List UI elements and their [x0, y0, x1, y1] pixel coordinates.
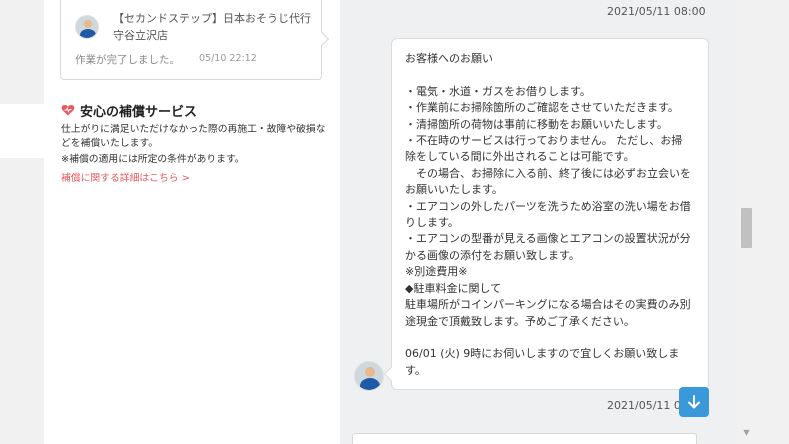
avatar-head	[365, 367, 375, 377]
scrollbar-down-arrow[interactable]: ▼	[741, 428, 752, 438]
message-line: ・作業前にお掃除箇所のご確認をさせていただきます。	[405, 101, 679, 115]
scrollbar-thumb[interactable]	[741, 208, 752, 248]
left-gutter	[0, 0, 44, 444]
message-line: お願いいたします。	[405, 183, 503, 197]
message-line	[405, 67, 698, 83]
avatar-head	[84, 20, 92, 28]
shop-avatar	[354, 361, 384, 391]
notification-text: 作業が完了しました。	[75, 54, 180, 66]
message-bubble: お客様へのお願い ・電気・水道・ガスをお借りします。・作業前にお掃除箇所のご確認…	[383, 38, 709, 390]
guarantee-details-link[interactable]: 補償に関する詳細はこちら >	[61, 170, 190, 184]
message-text: お客様へのお願い ・電気・水道・ガスをお借りします。・作業前にお掃除箇所のご確認…	[405, 51, 698, 379]
message-line: 06/01 (火) 9時にお伺いしますので宜しくお願い致しま	[405, 347, 680, 361]
guarantee-title: 安心の補償サービス	[80, 105, 198, 120]
message-line: りします。	[405, 216, 459, 230]
message-line: ・エアコンの外したパーツを洗うため浴室の洗い場をお借	[405, 199, 691, 213]
arrow-down-icon	[688, 395, 700, 409]
message-line: ・清掃箇所の荷物は事前に移動をお願いいたします。	[405, 117, 668, 131]
message-line: 駐車場所がコインパーキングになる場合はその実費のみ別	[405, 298, 691, 312]
message-line: ◆駐車料金に関して	[405, 281, 502, 295]
message-line: す。	[405, 363, 426, 377]
message-line: お客様へのお願い	[405, 52, 493, 65]
scroll-to-bottom-button[interactable]	[679, 387, 709, 417]
guarantee-description: 仕上がりに満足いただけなかった際の再施工・故障や破損などを補償いたします。	[61, 124, 326, 149]
message-line: ※別途費用※	[405, 265, 468, 279]
avatar-body	[80, 29, 96, 38]
avatar-body	[360, 378, 380, 390]
message-input[interactable]	[352, 433, 697, 444]
message-line: ・エアコンの型番が見える画像とエアコンの設置状況が分	[405, 232, 691, 246]
shop-avatar	[75, 15, 99, 39]
right-gutter	[757, 0, 789, 444]
message-line: ・不在時のサービスは行っておりません。 ただし、お掃	[405, 134, 683, 148]
notification-card[interactable]: 【セカンドステップ】日本おそうじ代行守谷立沢店 作業が完了しました。 05/10…	[60, 0, 330, 80]
message-line: かる画像の添付をお願い致します。	[405, 248, 580, 262]
heart-icon	[61, 104, 75, 116]
message-line: その場合、お掃除に入る前、終了後には必ずお立会いを	[405, 166, 691, 180]
message-timestamp: 2021/05/11 0	[607, 399, 681, 412]
message-line: 除をしている間に外出されることは可能です。	[405, 150, 635, 164]
message-line: 途現金で頂戴致します。予めご了承ください。	[405, 314, 635, 328]
message-timestamp: 2021/05/11 08:00	[607, 5, 706, 18]
message-line	[405, 330, 698, 346]
notification-time: 05/10 22:12	[199, 53, 257, 64]
left-edge-panel	[0, 104, 44, 158]
guarantee-note: ※補償の適用には所定の条件があります。	[61, 154, 245, 165]
message-line: ・電気・水道・ガスをお借りします。	[405, 84, 591, 98]
notification-title: 【セカンドステップ】日本おそうじ代行守谷立沢店	[113, 12, 311, 42]
